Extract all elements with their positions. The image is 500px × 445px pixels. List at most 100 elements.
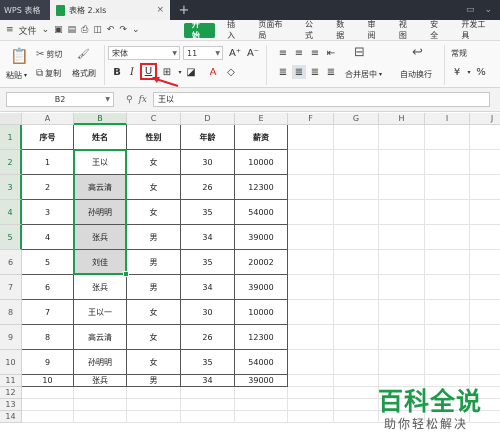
empty-cell[interactable] bbox=[425, 350, 470, 375]
table-cell[interactable]: 2 bbox=[22, 175, 74, 200]
wrap-text-icon-button[interactable]: ↩ bbox=[412, 45, 423, 60]
column-header-d[interactable]: D bbox=[181, 113, 235, 125]
name-box[interactable]: B2 ▼ bbox=[6, 92, 114, 107]
empty-cell[interactable] bbox=[288, 411, 334, 423]
empty-cell[interactable] bbox=[334, 250, 379, 275]
empty-cell[interactable] bbox=[334, 150, 379, 175]
empty-cell[interactable] bbox=[379, 125, 425, 150]
row-header-12[interactable]: 12 bbox=[0, 387, 22, 399]
table-cell[interactable]: 张兵 bbox=[74, 275, 127, 300]
empty-cell[interactable] bbox=[334, 411, 379, 423]
empty-cell[interactable] bbox=[470, 250, 500, 275]
column-header-c[interactable]: C bbox=[127, 113, 181, 125]
column-header-j[interactable]: J bbox=[470, 113, 500, 125]
empty-cell[interactable] bbox=[379, 350, 425, 375]
table-header-cell[interactable]: 薪资 bbox=[235, 125, 288, 150]
table-cell[interactable]: 孙明明 bbox=[74, 350, 127, 375]
table-header-cell[interactable]: 性别 bbox=[127, 125, 181, 150]
row-header-7[interactable]: 7 bbox=[0, 275, 22, 300]
table-cell[interactable]: 3 bbox=[22, 200, 74, 225]
empty-cell[interactable] bbox=[288, 250, 334, 275]
table-cell[interactable]: 7 bbox=[22, 300, 74, 325]
save-icon[interactable]: ▣ bbox=[54, 25, 63, 35]
table-header-cell[interactable]: 序号 bbox=[22, 125, 74, 150]
table-cell[interactable]: 39000 bbox=[235, 375, 288, 387]
number-format-select[interactable]: 常规 bbox=[448, 46, 496, 60]
hamburger-icon[interactable]: ≡ bbox=[6, 25, 14, 35]
table-cell[interactable]: 54000 bbox=[235, 200, 288, 225]
empty-cell[interactable] bbox=[334, 375, 379, 387]
percent-button[interactable]: % bbox=[474, 65, 488, 79]
table-cell[interactable]: 34 bbox=[181, 375, 235, 387]
empty-cell[interactable] bbox=[288, 350, 334, 375]
decrease-font-size-button[interactable]: A⁻ bbox=[246, 46, 260, 60]
column-header-e[interactable]: E bbox=[235, 113, 288, 125]
font-color-button[interactable]: A bbox=[206, 65, 220, 79]
empty-cell[interactable] bbox=[470, 150, 500, 175]
table-cell[interactable]: 女 bbox=[127, 325, 181, 350]
empty-cell[interactable] bbox=[181, 411, 235, 423]
empty-cell[interactable] bbox=[288, 125, 334, 150]
empty-cell[interactable] bbox=[288, 175, 334, 200]
paste-label-group[interactable]: 粘贴 ▾ bbox=[6, 70, 27, 81]
new-tab-button[interactable]: + bbox=[170, 0, 198, 20]
empty-cell[interactable] bbox=[425, 150, 470, 175]
chevron-down-icon[interactable]: ⌄ bbox=[132, 25, 140, 35]
table-cell[interactable]: 张兵 bbox=[74, 225, 127, 250]
empty-cell[interactable] bbox=[334, 387, 379, 399]
empty-cell[interactable] bbox=[379, 200, 425, 225]
table-cell[interactable]: 54000 bbox=[235, 350, 288, 375]
table-header-cell[interactable]: 年龄 bbox=[181, 125, 235, 150]
empty-cell[interactable] bbox=[425, 300, 470, 325]
column-header-i[interactable]: I bbox=[425, 113, 470, 125]
align-right-button[interactable]: ≣ bbox=[308, 65, 322, 79]
empty-cell[interactable] bbox=[22, 387, 74, 399]
copy-button[interactable]: ⧉ 复制 bbox=[36, 68, 61, 79]
row-header-11[interactable]: 11 bbox=[0, 375, 22, 387]
empty-cell[interactable] bbox=[379, 150, 425, 175]
empty-cell[interactable] bbox=[379, 250, 425, 275]
table-cell[interactable]: 女 bbox=[127, 350, 181, 375]
table-cell[interactable]: 男 bbox=[127, 275, 181, 300]
row-header-6[interactable]: 6 bbox=[0, 250, 22, 275]
table-cell[interactable]: 王以 bbox=[74, 150, 127, 175]
zoom-icon[interactable]: ⚲ bbox=[126, 95, 133, 105]
table-cell[interactable]: 10000 bbox=[235, 300, 288, 325]
chevron-down-icon[interactable]: ⌄ bbox=[42, 25, 50, 35]
empty-cell[interactable] bbox=[334, 125, 379, 150]
row-header-10[interactable]: 10 bbox=[0, 350, 22, 375]
table-cell[interactable]: 35 bbox=[181, 350, 235, 375]
empty-cell[interactable] bbox=[379, 275, 425, 300]
empty-cell[interactable] bbox=[235, 411, 288, 423]
empty-cell[interactable] bbox=[288, 300, 334, 325]
empty-cell[interactable] bbox=[334, 350, 379, 375]
align-center-button[interactable]: ≣ bbox=[292, 65, 306, 79]
table-cell[interactable]: 12300 bbox=[235, 175, 288, 200]
tab-view[interactable]: 视图 bbox=[391, 20, 422, 41]
fill-color-button[interactable]: ◪ bbox=[184, 65, 198, 79]
empty-cell[interactable] bbox=[470, 225, 500, 250]
row-header-5[interactable]: 5 bbox=[0, 225, 22, 250]
empty-cell[interactable] bbox=[425, 175, 470, 200]
table-cell[interactable]: 男 bbox=[127, 250, 181, 275]
empty-cell[interactable] bbox=[470, 300, 500, 325]
empty-cell[interactable] bbox=[127, 411, 181, 423]
tab-home[interactable]: 开始 bbox=[183, 20, 216, 40]
empty-cell[interactable] bbox=[181, 399, 235, 411]
empty-cell[interactable] bbox=[334, 175, 379, 200]
empty-cell[interactable] bbox=[288, 275, 334, 300]
empty-cell[interactable] bbox=[235, 399, 288, 411]
align-left-button[interactable]: ≣ bbox=[276, 65, 290, 79]
table-cell[interactable]: 10000 bbox=[235, 150, 288, 175]
justify-button[interactable]: ≣ bbox=[324, 65, 338, 79]
tab-developer[interactable]: 开发工具 bbox=[453, 20, 500, 41]
empty-cell[interactable] bbox=[74, 399, 127, 411]
row-header-3[interactable]: 3 bbox=[0, 175, 22, 200]
empty-cell[interactable] bbox=[470, 350, 500, 375]
empty-cell[interactable] bbox=[470, 200, 500, 225]
table-header-cell[interactable]: 姓名 bbox=[74, 125, 127, 150]
table-cell[interactable]: 34 bbox=[181, 275, 235, 300]
bold-button[interactable]: B bbox=[110, 65, 124, 79]
empty-cell[interactable] bbox=[334, 275, 379, 300]
merge-center-button[interactable]: 合并居中 ▾ bbox=[345, 69, 382, 80]
